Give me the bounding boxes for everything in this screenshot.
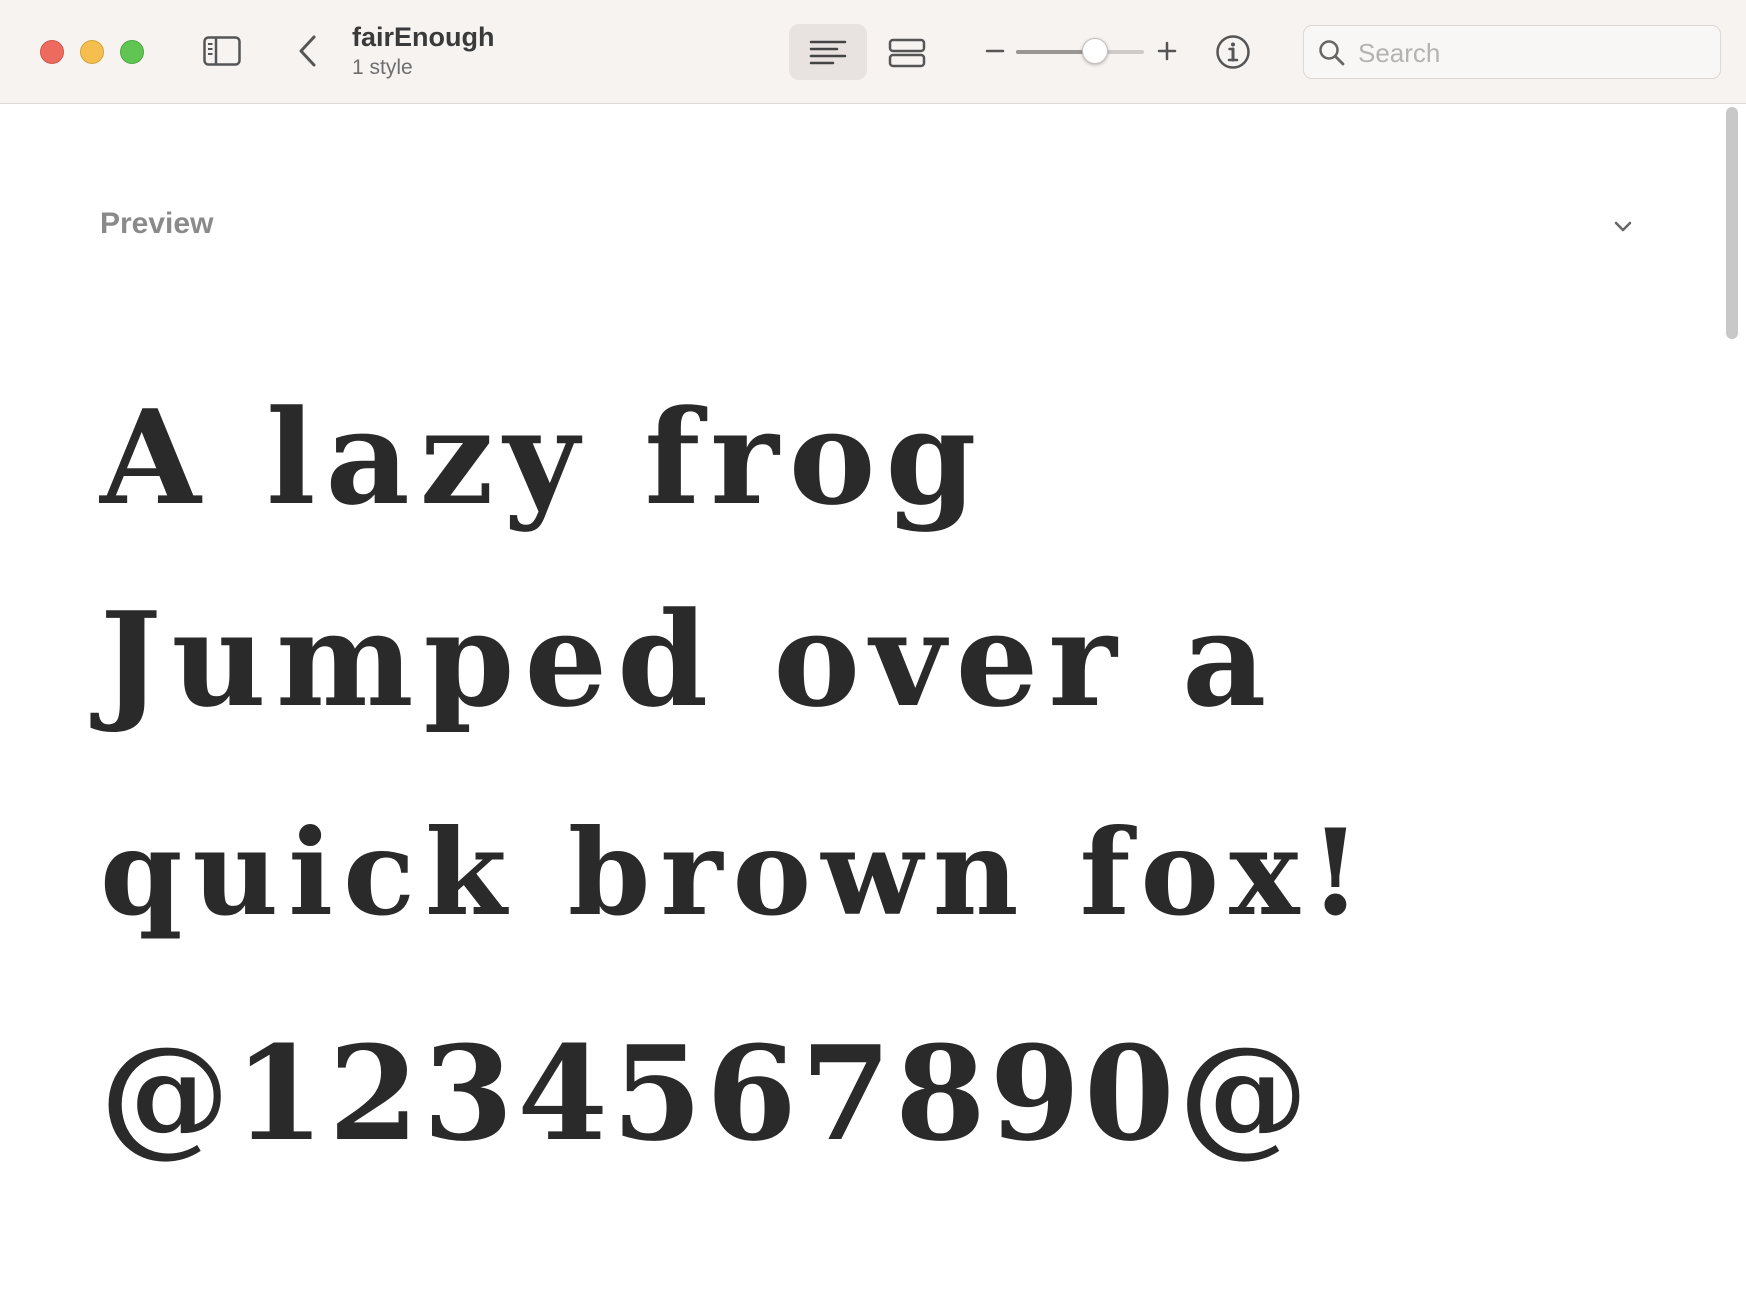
preview-line-1: A lazy frog: [100, 381, 987, 534]
preview-line-2: Jumped over a: [100, 583, 1277, 736]
font-preview-area: Preview A lazy frog Jumped over a quick …: [0, 105, 1746, 1300]
search-icon: [1319, 40, 1345, 66]
info-circle-icon[interactable]: [1215, 34, 1251, 70]
chevron-down-icon[interactable]: [1612, 219, 1634, 235]
zoom-out-icon[interactable]: [984, 40, 1006, 62]
preview-section-title: Preview: [100, 207, 214, 240]
preview-line-3: quick brown fox!: [100, 803, 1372, 942]
grid-view-icon: [888, 38, 926, 68]
list-view-button[interactable]: [789, 24, 867, 80]
close-icon[interactable]: [40, 40, 64, 64]
grid-view-button[interactable]: [868, 24, 946, 80]
minimize-icon[interactable]: [80, 40, 104, 64]
zoom-icon[interactable]: [120, 40, 144, 64]
preview-line-4: @1234567890@: [100, 1017, 1313, 1170]
title-bar: fairEnough 1 style: [0, 0, 1746, 104]
zoom-slider[interactable]: [1016, 38, 1144, 64]
zoom-slider-knob[interactable]: [1082, 38, 1109, 64]
sidebar-toggle-icon[interactable]: [203, 36, 241, 66]
window-title: fairEnough: [352, 22, 495, 52]
scrollbar[interactable]: [1726, 107, 1738, 339]
window-subtitle: 1 style: [352, 56, 413, 79]
list-view-icon: [809, 40, 847, 65]
chevron-left-icon[interactable]: [296, 34, 318, 68]
zoom-in-icon[interactable]: [1156, 40, 1178, 62]
search-input[interactable]: [1356, 34, 1710, 72]
search-field[interactable]: [1303, 25, 1721, 79]
